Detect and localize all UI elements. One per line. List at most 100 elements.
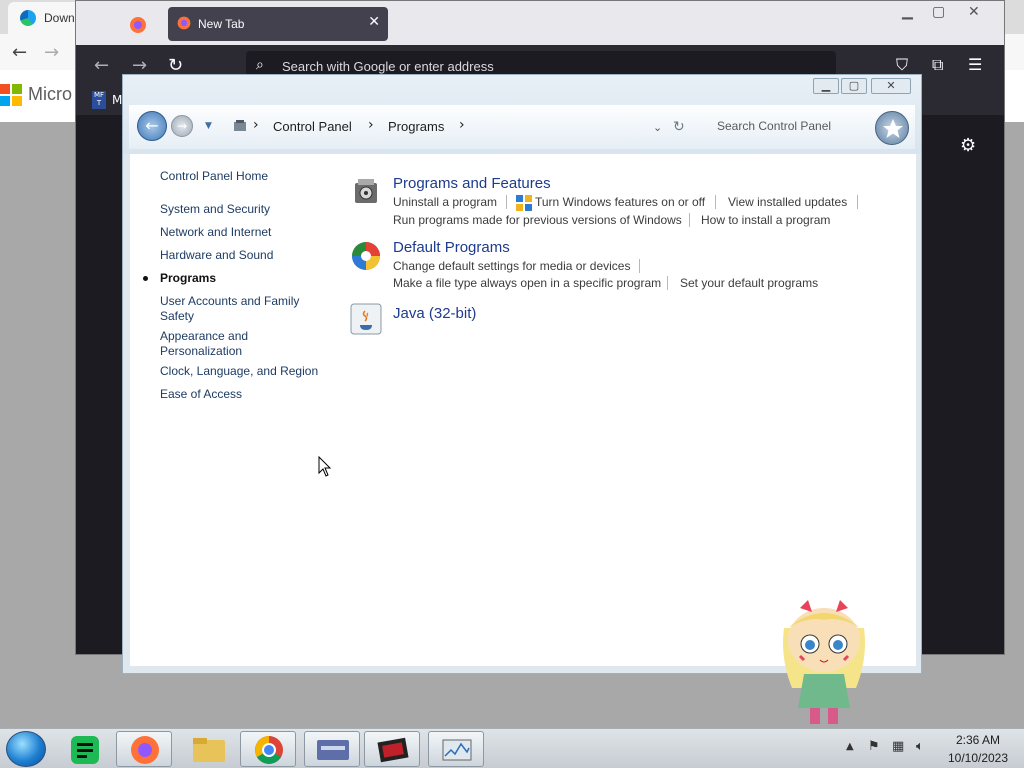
start-button[interactable] <box>6 731 46 767</box>
url-placeholder: Search with Google or enter address <box>282 59 494 74</box>
back-button[interactable]: ← <box>137 111 167 141</box>
nav-clock-language-region[interactable]: Clock, Language, and Region <box>160 364 318 379</box>
chrome-icon <box>255 736 283 764</box>
edge-page-brand: Micro <box>28 84 72 104</box>
spotify-icon <box>71 736 99 764</box>
breadcrumb-control-panel[interactable]: Control Panel <box>273 119 352 134</box>
windows-features-link[interactable]: Turn Windows features on or off <box>535 195 705 209</box>
default-programs-link[interactable]: Default Programs <box>393 239 510 256</box>
control-panel-icon <box>317 740 349 760</box>
firefox-tab-icon[interactable] <box>128 15 148 35</box>
java-icon <box>350 303 382 335</box>
extensions-icon[interactable]: ⧉ <box>932 55 943 75</box>
file-explorer-icon <box>193 738 225 762</box>
menu-icon[interactable]: ☰ <box>968 55 982 74</box>
microsoft-logo-icon <box>0 84 22 106</box>
compatibility-link[interactable]: Run programs made for previous versions … <box>393 213 682 227</box>
autoplay-settings-link[interactable]: Change default settings for media or dev… <box>393 259 630 273</box>
close-tab-icon[interactable]: ✕ <box>368 14 380 30</box>
nav-programs: Programs <box>160 271 217 285</box>
gear-icon[interactable]: ⚙ <box>960 135 976 156</box>
programs-features-icon <box>355 179 377 203</box>
edge-tab-title: Down <box>44 11 75 25</box>
breadcrumb-separator-icon[interactable]: › <box>459 117 465 133</box>
firefox-minimize-icon[interactable]: ▁ <box>902 4 913 20</box>
installed-updates-link[interactable]: View installed updates <box>728 195 847 209</box>
address-dropdown-icon[interactable]: ⌄ <box>653 121 662 134</box>
pocket-icon[interactable]: ⛉ <box>896 55 908 75</box>
network-icon[interactable]: ▦ <box>892 739 904 754</box>
task-divider <box>506 195 507 209</box>
control-panel-content: Control Panel Home System and Security N… <box>130 154 916 666</box>
programs-and-features-link[interactable]: Programs and Features <box>393 175 551 192</box>
task-divider <box>689 213 690 227</box>
set-default-programs-link[interactable]: Set your default programs <box>680 276 818 290</box>
task-divider <box>639 259 640 273</box>
edge-tab[interactable]: Down <box>8 2 80 34</box>
edge-icon <box>20 10 36 26</box>
taskbar-file-explorer[interactable] <box>180 731 236 767</box>
back-arrow-icon[interactable]: ← <box>94 55 109 76</box>
taskbar-media-player[interactable] <box>364 731 420 767</box>
shield-icon <box>516 195 532 211</box>
control-panel-icon <box>234 120 246 131</box>
clock-date[interactable]: 10/10/2023 <box>940 751 1016 765</box>
default-programs-icon <box>352 242 380 270</box>
breadcrumb-separator-icon[interactable]: › <box>368 117 374 133</box>
firefox-icon <box>177 16 191 30</box>
bookmark-label[interactable]: M <box>112 93 122 107</box>
reload-icon[interactable]: ↻ <box>168 55 183 76</box>
refresh-icon[interactable]: ↻ <box>673 119 685 135</box>
firefox-tab-title: New Tab <box>198 17 245 31</box>
current-page-bullet <box>143 276 148 281</box>
breadcrumb-separator-icon[interactable]: › <box>253 117 259 133</box>
recent-pages-dropdown-icon[interactable]: ▼ <box>205 121 212 131</box>
taskbar: ▲ ⚑ ▦ 🔈︎ <box>0 728 1024 768</box>
volume-icon[interactable]: 🔈︎ <box>916 739 924 754</box>
taskbar-firefox[interactable] <box>116 731 172 767</box>
task-divider <box>667 276 668 290</box>
mascot-character-icon <box>783 600 865 724</box>
nav-hardware-and-sound[interactable]: Hardware and Sound <box>160 248 273 263</box>
nav-network-and-internet[interactable]: Network and Internet <box>160 225 271 240</box>
task-divider <box>715 195 716 209</box>
search-input[interactable]: Search Control Panel <box>717 119 831 133</box>
task-divider <box>857 195 858 209</box>
user-account-tile <box>875 111 909 145</box>
mouse-cursor-icon <box>318 456 332 477</box>
forward-arrow-icon[interactable]: → <box>132 55 147 76</box>
nav-system-and-security[interactable]: System and Security <box>160 202 270 217</box>
action-center-flag-icon[interactable]: ⚑ <box>868 739 880 754</box>
nav-user-accounts[interactable]: User Accounts and Family Safety <box>160 294 310 324</box>
forward-arrow-icon[interactable]: → <box>44 42 59 63</box>
firefox-icon <box>131 736 159 764</box>
maximize-button[interactable]: ▢ <box>841 78 867 94</box>
system-monitor-icon <box>442 739 472 761</box>
clock-time[interactable]: 2:36 AM <box>946 733 1010 747</box>
close-button[interactable]: ✕ <box>871 78 911 94</box>
firefox-active-tab[interactable]: New Tab ✕ <box>168 7 388 41</box>
how-to-install-link[interactable]: How to install a program <box>701 213 830 227</box>
nav-control-panel-home[interactable]: Control Panel Home <box>160 169 268 184</box>
media-player-icon <box>377 737 409 763</box>
star-icon <box>883 119 903 138</box>
search-icon: ⌕ <box>256 57 264 73</box>
taskbar-chrome[interactable] <box>240 731 296 767</box>
firefox-close-icon[interactable]: ✕ <box>968 4 980 20</box>
bookmark-icon[interactable]: MF T <box>92 91 106 109</box>
taskbar-system-monitor[interactable] <box>428 731 484 767</box>
show-hidden-icons-icon[interactable]: ▲ <box>846 741 854 752</box>
taskbar-control-panel[interactable] <box>304 731 360 767</box>
forward-button[interactable]: → <box>171 115 193 137</box>
firefox-maximize-icon[interactable]: ▢ <box>932 4 945 20</box>
back-arrow-icon[interactable]: ← <box>12 42 27 63</box>
breadcrumb-programs[interactable]: Programs <box>388 119 444 134</box>
control-panel-window: ▁ ▢ ✕ ← → ▼ › Control Panel › Programs ›… <box>122 74 922 674</box>
nav-appearance[interactable]: Appearance and Personalization <box>160 329 270 359</box>
uninstall-program-link[interactable]: Uninstall a program <box>393 195 497 209</box>
nav-ease-of-access[interactable]: Ease of Access <box>160 387 242 402</box>
java-link[interactable]: Java (32-bit) <box>393 305 476 322</box>
taskbar-spotify[interactable] <box>56 731 112 767</box>
file-associations-link[interactable]: Make a file type always open in a specif… <box>393 276 661 290</box>
minimize-button[interactable]: ▁ <box>813 78 839 94</box>
